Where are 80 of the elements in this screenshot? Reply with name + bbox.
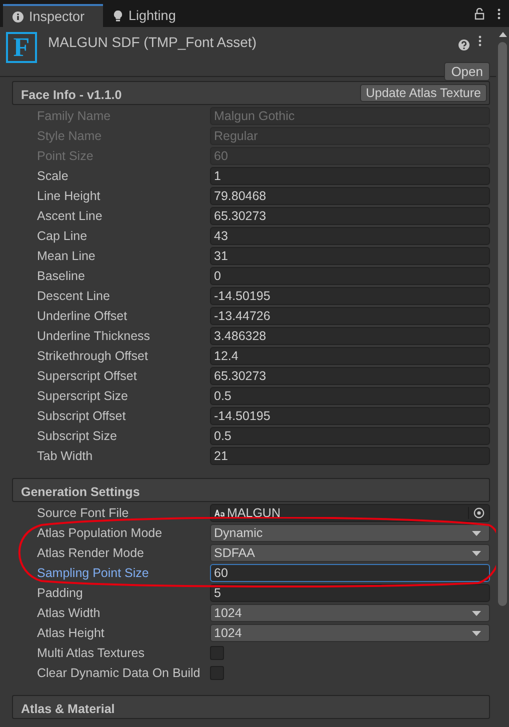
- font-file-icon: [214, 509, 227, 517]
- property-label: Atlas Height: [36, 626, 106, 640]
- input-field[interactable]: 12.4: [210, 347, 490, 365]
- checkbox[interactable]: [210, 666, 224, 680]
- property-label: Style Name: [36, 129, 103, 143]
- scroll-thumb[interactable]: [498, 42, 507, 606]
- property-label: Subscript Size: [36, 429, 118, 443]
- section-title: Generation Settings: [21, 484, 140, 498]
- input-field[interactable]: 0.5: [210, 387, 490, 405]
- scroll-up-icon[interactable]: [498, 30, 508, 38]
- dropdown-arrow-icon: [472, 550, 481, 556]
- dropdown[interactable]: 1024: [210, 604, 490, 622]
- property-label: Superscript Offset: [36, 369, 138, 383]
- property-label: Strikethrough Offset: [36, 349, 149, 363]
- input-field[interactable]: 0.5: [210, 427, 490, 445]
- input-field[interactable]: -14.50195: [210, 287, 490, 305]
- input-field: Malgun Gothic: [210, 107, 490, 125]
- property-label: Underline Offset: [36, 309, 128, 323]
- info-icon: [12, 10, 24, 22]
- property-label: Atlas Width: [36, 606, 102, 620]
- property-label: Ascent Line: [36, 209, 104, 223]
- dropdown[interactable]: 1024: [210, 624, 490, 642]
- property-label: Descent Line: [36, 289, 111, 303]
- input-field[interactable]: 60: [210, 564, 490, 582]
- section-header[interactable]: Atlas & Material: [12, 695, 490, 719]
- more-icon[interactable]: [497, 8, 501, 20]
- property-label: Padding: [36, 586, 84, 600]
- property-label: Clear Dynamic Data On Build: [36, 666, 202, 680]
- property-label: Multi Atlas Textures: [36, 646, 146, 660]
- property-label: Atlas Render Mode: [36, 546, 146, 560]
- font-asset-icon: F: [6, 32, 37, 63]
- input-field[interactable]: 1: [210, 167, 490, 185]
- input-field: 60: [210, 147, 490, 165]
- property-label: Source Font File: [36, 506, 130, 520]
- property-label: Superscript Size: [36, 389, 130, 403]
- property-label: Point Size: [36, 149, 94, 163]
- input-field[interactable]: 31: [210, 247, 490, 265]
- property-label: Mean Line: [36, 249, 96, 263]
- input-field[interactable]: 79.80468: [210, 187, 490, 205]
- property-label: Atlas Population Mode: [36, 526, 164, 540]
- property-label: Family Name: [36, 109, 112, 123]
- input-field[interactable]: -14.50195: [210, 407, 490, 425]
- lightbulb-icon: [112, 10, 124, 22]
- property-label: Underline Thickness: [36, 329, 152, 343]
- object-name: MALGUN: [227, 506, 282, 520]
- property-label: Scale: [36, 169, 70, 183]
- open-button[interactable]: Open: [444, 62, 490, 81]
- input-field[interactable]: 65.30273: [210, 367, 490, 385]
- checkbox[interactable]: [210, 646, 224, 660]
- dropdown-arrow-icon: [472, 630, 481, 636]
- property-label: Sampling Point Size: [36, 566, 150, 580]
- dropdown-arrow-icon: [472, 530, 481, 536]
- property-label: Line Height: [36, 189, 102, 203]
- input-field: Regular: [210, 127, 490, 145]
- property-label: Subscript Offset: [36, 409, 127, 423]
- object-field[interactable]: MALGUN: [210, 504, 490, 522]
- input-field[interactable]: 21: [210, 447, 490, 465]
- section-title: Face Info - v1.1.0: [21, 86, 122, 102]
- property-label: Cap Line: [36, 229, 88, 243]
- input-field[interactable]: 0: [210, 267, 490, 285]
- input-field[interactable]: 65.30273: [210, 207, 490, 225]
- property-label: Baseline: [36, 269, 86, 283]
- tab[interactable]: Lighting: [102, 4, 194, 27]
- update-atlas-button[interactable]: Update Atlas Texture: [360, 84, 487, 102]
- help-icon[interactable]: [458, 38, 470, 50]
- dropdown[interactable]: Dynamic: [210, 524, 490, 542]
- input-field[interactable]: -13.44726: [210, 307, 490, 325]
- more-icon[interactable]: [478, 35, 482, 47]
- section-title: Atlas & Material: [21, 700, 115, 716]
- dropdown[interactable]: SDFAA: [210, 544, 490, 562]
- input-field[interactable]: 3.486328: [210, 327, 490, 345]
- section-header[interactable]: Face Info - v1.1.0 Update Atlas Texture: [12, 81, 490, 105]
- tab[interactable]: Inspector: [3, 4, 103, 27]
- property-label: Tab Width: [36, 449, 94, 463]
- section-header[interactable]: Generation Settings: [12, 478, 490, 502]
- input-field[interactable]: 43: [210, 227, 490, 245]
- dropdown-arrow-icon: [472, 610, 481, 616]
- asset-title: MALGUN SDF (TMP_Font Asset): [47, 33, 258, 50]
- lock-icon[interactable]: [474, 8, 485, 20]
- input-field[interactable]: 5: [210, 584, 490, 602]
